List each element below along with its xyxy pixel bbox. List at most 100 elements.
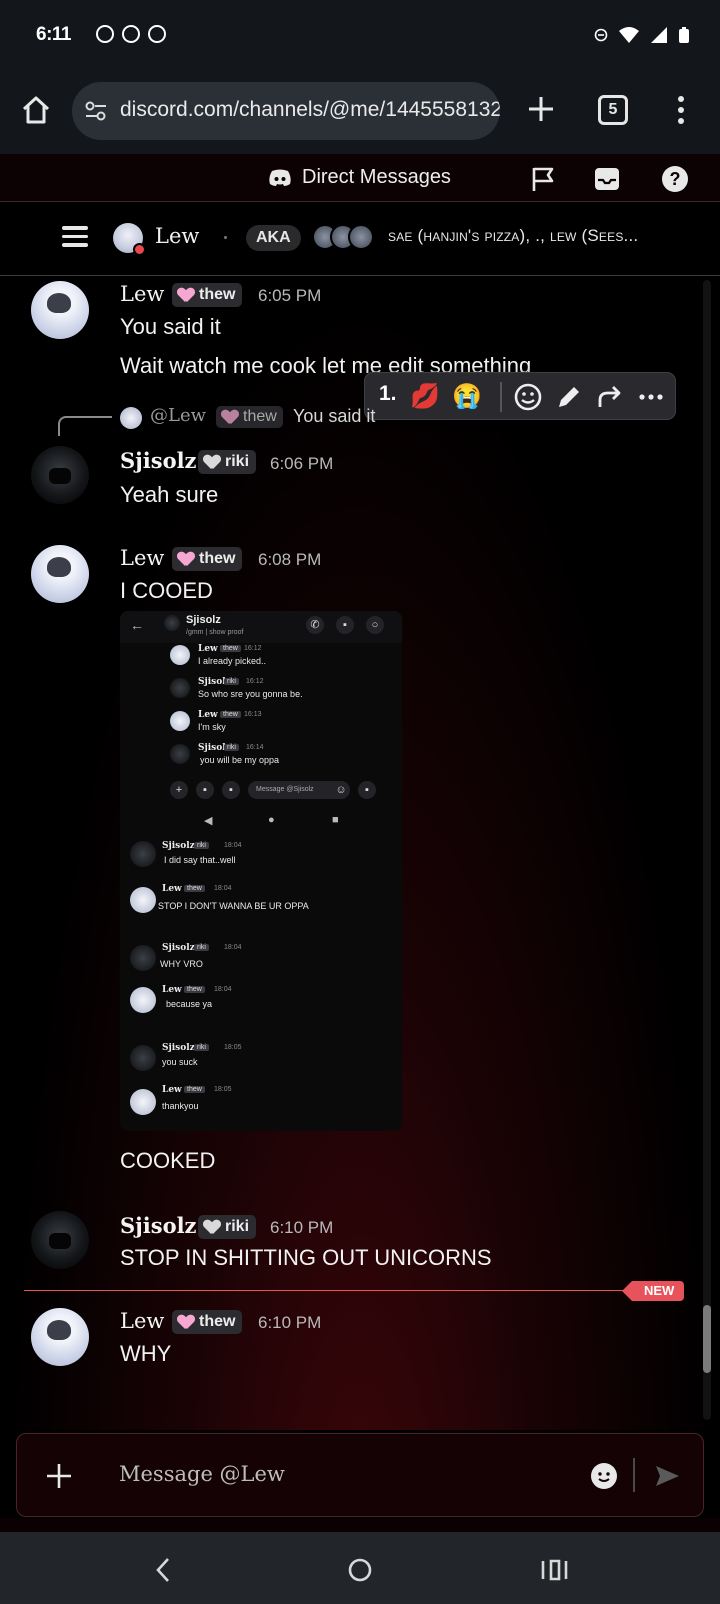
home-icon[interactable]: [20, 94, 52, 126]
timestamp: 6:10 PM: [258, 1313, 322, 1332]
recents-nav-icon[interactable]: [538, 1554, 570, 1586]
user-tag-label: thew: [199, 1313, 236, 1330]
timestamp: 6:08 PM: [258, 550, 322, 569]
new-tab-icon[interactable]: [526, 94, 556, 124]
avatar[interactable]: [31, 545, 89, 603]
message-author[interactable]: Lew: [120, 1309, 164, 1333]
composer-divider: [633, 1458, 635, 1492]
user-tag[interactable]: thew: [172, 547, 243, 571]
user-tag[interactable]: riki: [198, 450, 257, 474]
new-messages-divider: [24, 1290, 674, 1291]
tab-switcher-button[interactable]: 5: [598, 95, 628, 125]
embed-tag: thew: [220, 645, 241, 652]
flag-icon[interactable]: [528, 164, 558, 194]
embed-text: thankyou: [162, 1101, 199, 1111]
message-input[interactable]: Message @Lew: [119, 1462, 285, 1486]
embed-mic-icon: ▪: [358, 781, 376, 799]
scrollbar-track[interactable]: [703, 280, 711, 1420]
add-reaction-icon[interactable]: [512, 381, 544, 413]
embed-tag: riki: [194, 842, 209, 849]
threads-notification-icon-2: [148, 25, 166, 43]
timestamp: 6:06 PM: [270, 454, 334, 473]
back-nav-icon[interactable]: [148, 1554, 180, 1586]
embed-emoji-icon: ☺: [332, 781, 350, 799]
emoji-icon[interactable]: [591, 1463, 617, 1489]
reply-preview-text[interactable]: You said it: [293, 406, 375, 427]
aka-names[interactable]: sae (hanjin's pizza), ., lew (Sees...: [388, 226, 638, 246]
aka-badge[interactable]: AKA: [246, 225, 301, 251]
dnd-status-icon: [133, 243, 146, 256]
avatar[interactable]: [31, 446, 89, 504]
avatar[interactable]: [31, 1211, 89, 1269]
edit-icon[interactable]: [553, 381, 585, 413]
embed-header-name: Sjisolz: [186, 614, 221, 626]
send-icon[interactable]: [653, 1462, 681, 1490]
message-text: Yeah sure: [120, 482, 219, 507]
forward-icon[interactable]: [594, 381, 626, 413]
message-text: WHY: [120, 1341, 172, 1366]
avatar[interactable]: [113, 223, 146, 256]
embed-avatar: [130, 1089, 156, 1115]
new-badge: NEW: [621, 1281, 685, 1301]
reply-avatar: [120, 407, 142, 429]
more-options-icon[interactable]: [635, 381, 667, 413]
message-author[interactable]: Sjisolz: [120, 1213, 196, 1238]
site-settings-icon[interactable]: [84, 100, 108, 122]
user-tag-label: thew: [199, 286, 236, 303]
status-bar: 6:11: [0, 0, 720, 70]
scrollbar-thumb[interactable]: [703, 1305, 711, 1373]
reply-author[interactable]: @Lew: [150, 405, 206, 426]
user-tag[interactable]: riki: [198, 1215, 257, 1239]
threads-notification-icon: [96, 25, 114, 43]
add-attachment-icon[interactable]: [45, 1462, 73, 1490]
aka-avatar-stack: [312, 224, 378, 252]
embed-time: 18:05: [224, 1044, 242, 1051]
embed-time: 16:13: [244, 711, 262, 718]
embed-avatar: [130, 841, 156, 867]
dm-recipient-name[interactable]: Lew: [155, 224, 199, 248]
home-nav-icon[interactable]: [344, 1554, 376, 1586]
kiss-reaction-button[interactable]: 💋: [409, 381, 441, 413]
reply-tag-label: thew: [243, 408, 277, 425]
embed-avatar: [130, 987, 156, 1013]
chrome-notification-icon: [122, 25, 140, 43]
message-author[interactable]: Sjisolz: [120, 448, 196, 473]
address-bar[interactable]: discord.com/channels/@me/14455581325: [72, 82, 500, 140]
message-actions-toolbar: 1. 💋 😭: [364, 372, 676, 420]
embed-time: 16:12: [246, 678, 264, 685]
crying-reaction-button[interactable]: 😭: [451, 381, 483, 413]
heart-icon: [222, 410, 238, 424]
avatar[interactable]: [31, 1308, 89, 1366]
help-icon[interactable]: ?: [660, 164, 690, 194]
embed-text: I did say that..well: [164, 855, 236, 865]
reply-connector: [58, 416, 112, 436]
app-title-text: Direct Messages: [302, 166, 451, 188]
embed-tag: riki: [224, 678, 239, 685]
heart-icon: [178, 288, 194, 302]
quick-reaction-shortcut[interactable]: 1.: [379, 382, 397, 406]
timestamp: 6:10 PM: [270, 1218, 334, 1237]
embed-text: I'm sky: [198, 722, 226, 732]
user-tag[interactable]: thew: [172, 1310, 243, 1334]
embed-avatar: [130, 887, 156, 913]
browser-toolbar: discord.com/channels/@me/14455581325 5: [0, 70, 720, 154]
battery-icon: [679, 27, 689, 43]
embed-back-nav-icon: ◀: [204, 815, 213, 827]
embed-avatar: [170, 744, 190, 764]
more-menu-icon[interactable]: [676, 95, 686, 125]
embed-author: Lew: [162, 1085, 182, 1095]
message-author[interactable]: Lew: [120, 282, 164, 306]
image-attachment[interactable]: ← Sjisolz /gmm | show proof ✆ ▪ ○ Lew th…: [120, 611, 402, 1131]
inbox-icon[interactable]: [592, 164, 622, 194]
embed-video-icon: ▪: [336, 616, 354, 634]
embed-tag: riki: [194, 944, 209, 951]
hamburger-menu-icon[interactable]: [62, 226, 88, 248]
app-title: Direct Messages: [268, 166, 451, 189]
avatar[interactable]: [31, 281, 89, 339]
app-bar: Direct Messages ?: [0, 154, 720, 202]
embed-author: Lew: [162, 884, 182, 894]
message-text: COOKED: [120, 1148, 216, 1173]
message-author[interactable]: Lew: [120, 546, 164, 570]
embed-time: 16:12: [244, 645, 262, 652]
user-tag[interactable]: thew: [172, 283, 243, 307]
